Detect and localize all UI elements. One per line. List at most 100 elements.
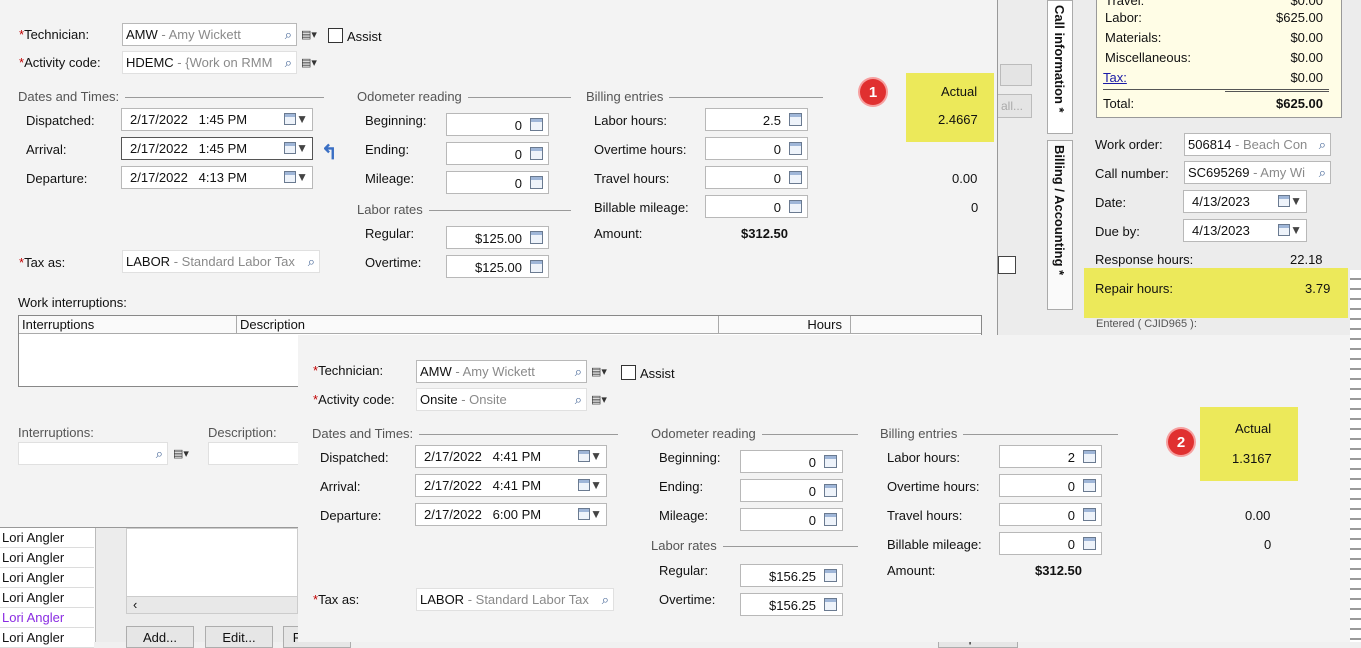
calculator-icon[interactable]	[1083, 537, 1096, 550]
list-item[interactable]: Lori Angler	[0, 568, 94, 588]
calculator-icon[interactable]	[530, 260, 543, 273]
search-icon[interactable]: ⌕	[1319, 137, 1326, 153]
calendar-dropdown-icon[interactable]: ▼	[578, 507, 602, 521]
list-item[interactable]: Lori Angler	[0, 608, 94, 628]
calculator-icon[interactable]	[1083, 450, 1096, 463]
calculator-icon[interactable]	[789, 171, 802, 184]
labor-hours-field[interactable]: 2.5	[705, 108, 808, 131]
calculator-icon[interactable]	[789, 200, 802, 213]
calculator-icon[interactable]	[1083, 479, 1096, 492]
date-field[interactable]: 4/13/2023 ▼	[1183, 190, 1307, 213]
technician-dropdown-icon[interactable]: ▤▾	[586, 360, 612, 383]
technician-field[interactable]: AMW - Amy Wickett ⌕	[416, 360, 587, 383]
activity-dropdown-icon[interactable]: ▤▾	[296, 51, 322, 74]
search-icon[interactable]: ⌕	[285, 27, 292, 43]
list-item[interactable]: Lori Angler	[0, 628, 94, 648]
call-number-field[interactable]: SC695269 - Amy Wi ⌕	[1184, 161, 1331, 184]
search-icon[interactable]: ⌕	[1319, 165, 1326, 181]
calculator-icon[interactable]	[789, 113, 802, 126]
calendar-dropdown-icon[interactable]: ▼	[284, 112, 308, 126]
grid-column-hours[interactable]: Hours	[719, 316, 851, 334]
calculator-icon[interactable]	[824, 569, 837, 582]
billable-mileage-field[interactable]: 0	[999, 532, 1102, 555]
tax-as-field[interactable]: LABOR - Standard Labor Tax ⌕	[416, 588, 614, 611]
calculator-icon[interactable]	[824, 455, 837, 468]
technician-field[interactable]: AMW - Amy Wickett ⌕	[122, 23, 297, 46]
billable-mileage-field[interactable]: 0	[705, 195, 808, 218]
calendar-dropdown-icon[interactable]: ▼	[578, 449, 602, 463]
tax-as-field[interactable]: LABOR - Standard Labor Tax ⌕	[122, 250, 320, 273]
due-by-label: Due by:	[1095, 224, 1140, 239]
departure-field[interactable]: 2/17/2022 6:00 PM ▼	[415, 503, 607, 526]
assist-checkbox[interactable]	[621, 365, 636, 380]
search-icon[interactable]: ⌕	[285, 55, 292, 71]
back-arrow-icon[interactable]: ↰	[321, 140, 338, 165]
activity-code-field[interactable]: Onsite - Onsite ⌕	[416, 388, 587, 411]
regular-rate-field[interactable]: $156.25	[740, 564, 843, 587]
labor-hours-field[interactable]: 2	[999, 445, 1102, 468]
edit-button[interactable]: Edit...	[205, 626, 273, 648]
calculator-icon[interactable]	[1083, 508, 1096, 521]
arrival-field[interactable]: 2/17/2022 1:45 PM ▼	[121, 137, 313, 160]
travel-hours-field[interactable]: 0	[705, 166, 808, 189]
grid-column-interruptions[interactable]: Interruptions	[19, 316, 237, 334]
beginning-field[interactable]: 0	[740, 450, 843, 473]
add-button[interactable]: Add...	[126, 626, 194, 648]
search-icon[interactable]: ⌕	[156, 446, 163, 462]
search-icon[interactable]: ⌕	[575, 364, 582, 380]
grid-column-description[interactable]: Description	[237, 316, 719, 334]
technician-dropdown-icon[interactable]: ▤▾	[296, 23, 322, 46]
calculator-icon[interactable]	[789, 142, 802, 155]
assist-checkbox[interactable]	[328, 28, 343, 43]
due-by-field[interactable]: 4/13/2023 ▼	[1183, 219, 1307, 242]
overtime-rate-value: $125.00	[475, 260, 522, 275]
work-order-field[interactable]: 506814 - Beach Con ⌕	[1184, 133, 1331, 156]
ending-field[interactable]: 0	[446, 142, 549, 165]
search-icon[interactable]: ⌕	[575, 392, 582, 408]
beginning-field[interactable]: 0	[446, 113, 549, 136]
scroll-left-icon[interactable]: ‹	[133, 597, 137, 612]
list-item[interactable]: Lori Angler	[0, 548, 94, 568]
calendar-dropdown-icon[interactable]: ▼	[284, 170, 308, 184]
work-order-desc: - Beach Con	[1235, 137, 1308, 152]
calculator-icon[interactable]	[530, 118, 543, 131]
overtime-rate-field[interactable]: $125.00	[446, 255, 549, 278]
calendar-dropdown-icon[interactable]: ▼	[578, 478, 602, 492]
calendar-dropdown-icon[interactable]: ▼	[1278, 223, 1302, 237]
dispatched-field[interactable]: 2/17/2022 4:41 PM ▼	[415, 445, 607, 468]
overtime-hours-field[interactable]: 0	[999, 474, 1102, 497]
mileage-field[interactable]: 0	[740, 508, 843, 531]
calendar-dropdown-icon[interactable]: ▼	[284, 141, 308, 155]
interruptions-dropdown-icon[interactable]: ▤▾	[168, 442, 194, 465]
description-field[interactable]	[208, 442, 300, 465]
arrival-field[interactable]: 2/17/2022 4:41 PM ▼	[415, 474, 607, 497]
calculator-icon[interactable]	[530, 231, 543, 244]
list-item[interactable]: Lori Angler	[0, 528, 94, 548]
ending-field[interactable]: 0	[740, 479, 843, 502]
travel-hours-field[interactable]: 0	[999, 503, 1102, 526]
interruptions-field[interactable]: ⌕	[18, 442, 168, 465]
list-item[interactable]: Lori Angler	[0, 588, 94, 608]
tab-billing-accounting[interactable]: Billing / Accounting *	[1047, 140, 1073, 310]
calculator-icon[interactable]	[824, 598, 837, 611]
mileage-field[interactable]: 0	[446, 171, 549, 194]
activity-dropdown-icon[interactable]: ▤▾	[586, 388, 612, 411]
departure-field[interactable]: 2/17/2022 4:13 PM ▼	[121, 166, 313, 189]
calculator-icon[interactable]	[530, 147, 543, 160]
tab-call-information[interactable]: Call information *	[1047, 0, 1073, 134]
dispatched-field[interactable]: 2/17/2022 1:45 PM ▼	[121, 108, 313, 131]
overtime-rate-field[interactable]: $156.25	[740, 593, 843, 616]
search-icon[interactable]: ⌕	[308, 254, 315, 270]
tax-link[interactable]: Tax:	[1103, 70, 1127, 85]
calculator-icon[interactable]	[824, 513, 837, 526]
calendar-dropdown-icon[interactable]: ▼	[1278, 194, 1302, 208]
calculator-icon[interactable]	[530, 176, 543, 189]
technician-desc: - Amy Wickett	[455, 364, 535, 379]
summary-row-labor: Labor: $625.00	[1097, 10, 1333, 30]
activity-code-field[interactable]: HDEMC - {Work on RMM ⌕	[122, 51, 297, 74]
regular-rate-field[interactable]: $125.00	[446, 226, 549, 249]
horizontal-scrollbar[interactable]: ‹	[126, 596, 298, 614]
search-icon[interactable]: ⌕	[602, 592, 609, 608]
calculator-icon[interactable]	[824, 484, 837, 497]
overtime-hours-field[interactable]: 0	[705, 137, 808, 160]
